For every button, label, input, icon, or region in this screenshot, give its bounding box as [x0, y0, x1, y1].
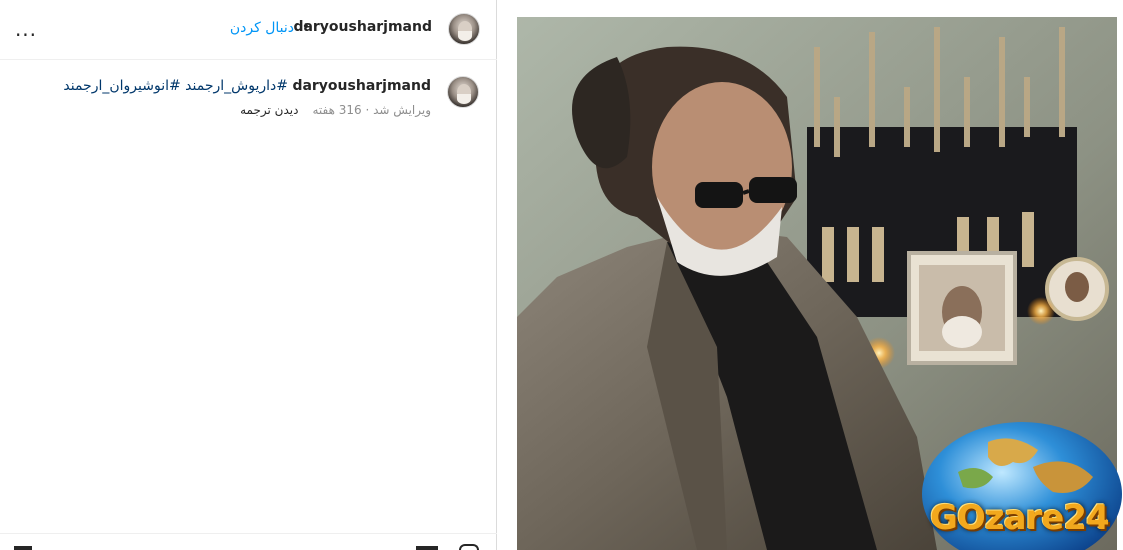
more-options-button[interactable]: ...: [12, 16, 40, 42]
post-details-panel: ... دنبال کردن • daryousharjmand daryous…: [0, 0, 497, 550]
caption-hashtags[interactable]: #داریوش_ارجمند #انوشیروان_ارجمند: [63, 78, 288, 94]
emoji-icon[interactable]: [14, 546, 32, 550]
header-username[interactable]: daryousharjmand: [293, 19, 432, 35]
watermark-logo: GOzare24: [918, 422, 1123, 550]
bookmark-icon[interactable]: [416, 546, 438, 550]
post-header: ... دنبال کردن • daryousharjmand: [0, 0, 497, 60]
caption-avatar[interactable]: [447, 76, 479, 108]
heart-icon[interactable]: [459, 544, 479, 550]
edited-timestamp: ویرایش شد · 316 هفته: [312, 103, 431, 117]
see-translation-button[interactable]: دیدن ترجمه: [240, 103, 298, 117]
profile-avatar[interactable]: [448, 13, 480, 45]
follow-button[interactable]: دنبال کردن: [230, 20, 294, 36]
actions-divider: [0, 533, 497, 534]
post-caption: daryousharjmand #داریوش_ارجمند #انوشیروا…: [41, 77, 431, 95]
caption-username[interactable]: daryousharjmand: [292, 78, 431, 94]
watermark-text: GOzare24: [930, 498, 1110, 538]
post-meta: ویرایش شد · 316 هفته دیدن ترجمه: [240, 103, 431, 117]
